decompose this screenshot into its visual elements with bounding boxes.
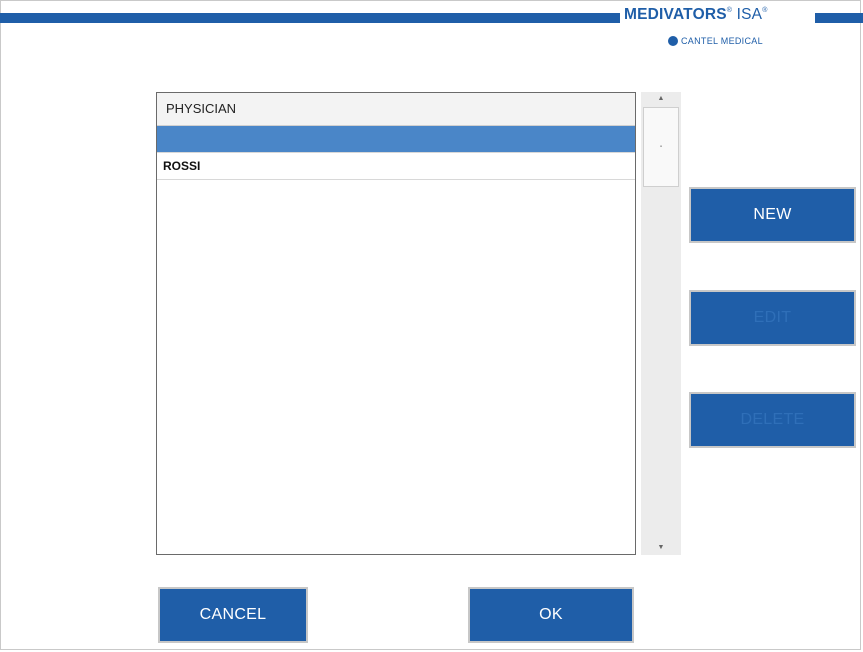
scroll-thumb[interactable]: ▪ <box>643 107 679 187</box>
delete-button[interactable]: DELETE <box>689 392 856 448</box>
subbrand-name: CANTEL MEDICAL <box>681 36 763 46</box>
scroll-up-icon[interactable]: ▲ <box>641 92 681 106</box>
list-scrollbar[interactable]: ▲ ▪ ▼ <box>641 92 681 555</box>
scroll-down-icon[interactable]: ▼ <box>641 541 681 555</box>
subbrand-logo: CANTEL MEDICAL <box>668 36 763 46</box>
edit-button[interactable]: EDIT <box>689 290 856 346</box>
physician-list[interactable]: PHYSICIAN ROSSI <box>156 92 636 555</box>
header-band-right <box>815 13 863 23</box>
header-band-left <box>0 13 620 23</box>
list-item[interactable] <box>157 126 635 153</box>
cantel-logo-icon <box>668 36 678 46</box>
brand-logo: MEDIVATORS® ISA® <box>624 6 768 23</box>
brand-suffix: ISA <box>736 6 763 23</box>
ok-button[interactable]: OK <box>468 587 634 643</box>
brand-name: MEDIVATORS <box>624 6 727 23</box>
list-column-header[interactable]: PHYSICIAN <box>157 93 635 126</box>
new-button[interactable]: NEW <box>689 187 856 243</box>
list-item[interactable]: ROSSI <box>157 153 635 180</box>
cancel-button[interactable]: CANCEL <box>158 587 308 643</box>
scroll-grip-icon: ▪ <box>659 144 663 150</box>
